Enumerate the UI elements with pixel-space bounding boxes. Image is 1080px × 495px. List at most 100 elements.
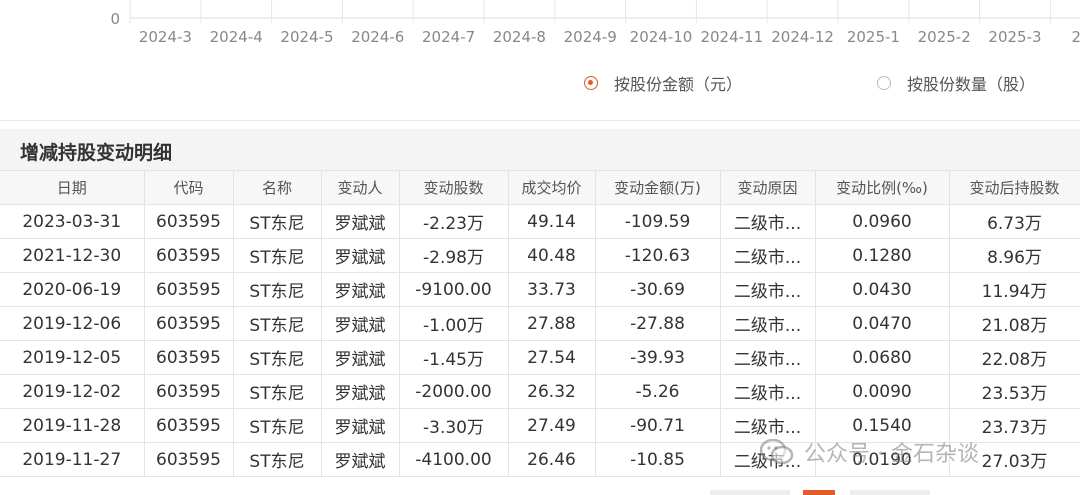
cell-code: 603595	[143, 442, 234, 477]
cell-ratio: 0.1540	[814, 408, 950, 443]
cell-amount: -5.26	[594, 374, 721, 409]
x-tick-label: 2024-4	[210, 28, 263, 46]
cell-date: 2019-11-28	[0, 408, 145, 443]
radio-unchecked-icon[interactable]	[877, 76, 891, 90]
x-tick-label: 2024-10	[630, 28, 693, 46]
radio-amount-label: 按股份金额（元）	[614, 75, 743, 94]
col-header-ratio[interactable]: 变动比例(‰)	[814, 170, 950, 205]
cell-shares-change: -2000.00	[398, 374, 509, 409]
cell-person: 罗斌斌	[320, 272, 400, 307]
cell-ratio: 0.0190	[814, 442, 950, 477]
cell-date: 2019-12-02	[0, 374, 145, 409]
cell-avg-price: 27.54	[507, 340, 596, 375]
cell-ratio: 0.0430	[814, 272, 950, 307]
pager-next[interactable]	[850, 490, 930, 495]
cell-holding-after: 21.08万	[948, 306, 1080, 341]
cell-avg-price: 40.48	[507, 238, 596, 273]
cell-reason[interactable]: 二级市...	[719, 340, 816, 375]
x-tick-label: 2025-3	[988, 28, 1041, 46]
x-tick-label: 2025-2	[918, 28, 971, 46]
cell-amount: -10.85	[594, 442, 721, 477]
cell-name: ST东尼	[232, 306, 322, 341]
col-header-avg-price[interactable]: 成交均价	[507, 170, 596, 205]
cell-code: 603595	[143, 204, 234, 239]
cell-ratio: 0.0470	[814, 306, 950, 341]
cell-name: ST东尼	[232, 238, 322, 273]
radio-quantity-option[interactable]: 按股份数量（股）	[877, 70, 1035, 96]
cell-shares-change: -3.30万	[398, 408, 509, 443]
cell-reason[interactable]: 二级市...	[719, 408, 816, 443]
cell-holding-after: 27.03万	[948, 442, 1080, 477]
cell-name: ST东尼	[232, 272, 322, 307]
radio-checked-icon[interactable]	[584, 76, 598, 90]
cell-name: ST东尼	[232, 340, 322, 375]
table-row[interactable]: 2019-12-02 603595 ST东尼 罗斌斌 -2000.00 26.32 -5.2…	[0, 374, 1080, 409]
section-title: 增减持股变动明细	[20, 142, 173, 164]
x-tick-label: 2025-1	[847, 28, 900, 46]
cell-reason[interactable]: 二级市...	[719, 442, 816, 477]
cell-code: 603595	[143, 340, 234, 375]
table-row[interactable]: 2019-11-28 603595 ST东尼 罗斌斌 -3.30万 27.49 -90.71…	[0, 408, 1080, 443]
col-header-reason[interactable]: 变动原因	[719, 170, 816, 205]
cell-shares-change: -2.98万	[398, 238, 509, 273]
radio-quantity-label: 按股份数量（股）	[907, 75, 1036, 94]
cell-ratio: 0.1280	[814, 238, 950, 273]
cell-amount: -39.93	[594, 340, 721, 375]
cell-avg-price: 26.46	[507, 442, 596, 477]
cell-date: 2019-11-27	[0, 442, 145, 477]
cell-name: ST东尼	[232, 442, 322, 477]
holding-change-table: 日期 代码 名称 变动人 变动股数 成交均价 变动金额(万) 变动原因 变动比例…	[0, 170, 1080, 477]
cell-avg-price: 27.49	[507, 408, 596, 443]
cell-shares-change: -2.23万	[398, 204, 509, 239]
cell-person: 罗斌斌	[320, 306, 400, 341]
cell-code: 603595	[143, 272, 234, 307]
cell-reason[interactable]: 二级市...	[719, 272, 816, 307]
cell-amount: -109.59	[594, 204, 721, 239]
pager-current[interactable]	[803, 490, 835, 495]
table-row[interactable]: 2019-11-27 603595 ST东尼 罗斌斌 -4100.00 26.46 -10.…	[0, 442, 1080, 477]
cell-code: 603595	[143, 408, 234, 443]
cell-code: 603595	[143, 374, 234, 409]
cell-holding-after: 23.73万	[948, 408, 1080, 443]
cell-amount: -27.88	[594, 306, 721, 341]
cell-person: 罗斌斌	[320, 374, 400, 409]
table-row[interactable]: 2020-06-19 603595 ST东尼 罗斌斌 -9100.00 33.73 -30.…	[0, 272, 1080, 307]
x-tick-label: 2024-7	[422, 28, 475, 46]
col-header-code[interactable]: 代码	[143, 170, 234, 205]
cell-code: 603595	[143, 238, 234, 273]
col-header-holding-after[interactable]: 变动后持股数	[948, 170, 1080, 205]
cell-person: 罗斌斌	[320, 204, 400, 239]
col-header-person[interactable]: 变动人	[320, 170, 400, 205]
pager-prev[interactable]	[710, 490, 790, 495]
section-header: 增减持股变动明细	[0, 129, 1080, 170]
table-row[interactable]: 2021-12-30 603595 ST东尼 罗斌斌 -2.98万 40.48 -120.6…	[0, 238, 1080, 273]
cell-date: 2023-03-31	[0, 204, 145, 239]
cell-reason[interactable]: 二级市...	[719, 374, 816, 409]
col-header-name[interactable]: 名称	[232, 170, 322, 205]
cell-holding-after: 22.08万	[948, 340, 1080, 375]
col-header-date[interactable]: 日期	[0, 170, 145, 205]
cell-name: ST东尼	[232, 374, 322, 409]
table-row[interactable]: 2019-12-05 603595 ST东尼 罗斌斌 -1.45万 27.54 -39.93…	[0, 340, 1080, 375]
cell-avg-price: 27.88	[507, 306, 596, 341]
col-header-amount[interactable]: 变动金额(万)	[594, 170, 721, 205]
cell-ratio: 0.0090	[814, 374, 950, 409]
cell-holding-after: 8.96万	[948, 238, 1080, 273]
cell-avg-price: 26.32	[507, 374, 596, 409]
cell-name: ST东尼	[232, 408, 322, 443]
cell-ratio: 0.0680	[814, 340, 950, 375]
cell-amount: -120.63	[594, 238, 721, 273]
cell-code: 603595	[143, 306, 234, 341]
cell-reason[interactable]: 二级市...	[719, 306, 816, 341]
chart-svg: 0 2024-3 2024-4 2024-5 2024-6 2024-7 2024-8 202…	[110, 0, 1080, 46]
table-row[interactable]: 2019-12-06 603595 ST东尼 罗斌斌 -1.00万 27.88 -27.88…	[0, 306, 1080, 341]
cell-date: 2021-12-30	[0, 238, 145, 273]
table-row[interactable]: 2023-03-31 603595 ST东尼 罗斌斌 -2.23万 49.14 -109.5…	[0, 204, 1080, 239]
cell-reason[interactable]: 二级市...	[719, 238, 816, 273]
x-tick-label: 202	[1071, 28, 1080, 46]
col-header-shares-change[interactable]: 变动股数	[398, 170, 509, 205]
cell-holding-after: 6.73万	[948, 204, 1080, 239]
cell-reason[interactable]: 二级市...	[719, 204, 816, 239]
radio-amount-option[interactable]: 按股份金额（元）	[584, 70, 742, 96]
cell-shares-change: -9100.00	[398, 272, 509, 307]
